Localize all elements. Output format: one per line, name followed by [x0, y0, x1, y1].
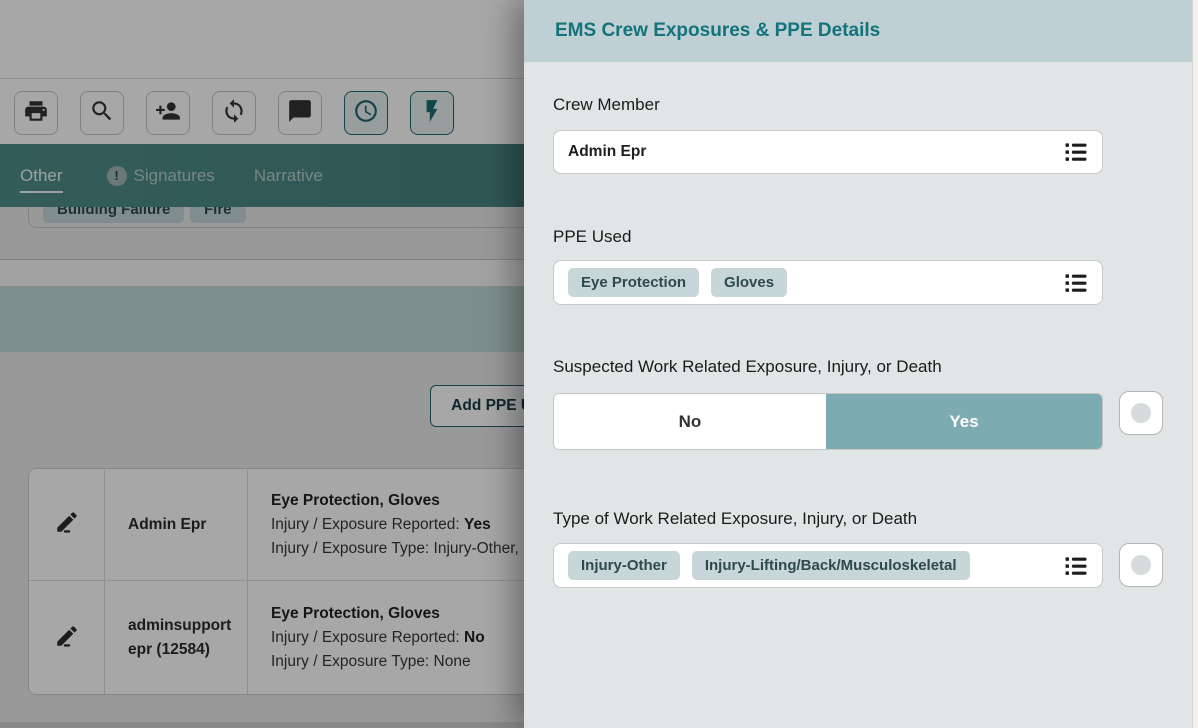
- exposure-type-chip[interactable]: Injury-Other: [568, 551, 680, 580]
- exposure-type-field[interactable]: Injury-Other Injury-Lifting/Back/Musculo…: [553, 543, 1103, 588]
- scrollbar-track[interactable]: [1192, 0, 1198, 728]
- exposure-type-label: Type of Work Related Exposure, Injury, o…: [553, 509, 917, 529]
- status-dot: [1131, 555, 1151, 575]
- suspected-exposure-label: Suspected Work Related Exposure, Injury,…: [553, 357, 942, 377]
- status-dot: [1131, 403, 1151, 423]
- ppe-chip[interactable]: Eye Protection: [568, 268, 699, 297]
- status-dot-button[interactable]: [1119, 543, 1163, 587]
- exposure-type-chip[interactable]: Injury-Lifting/Back/Musculoskeletal: [692, 551, 970, 580]
- crew-member-value: Admin Epr: [568, 143, 646, 161]
- ppe-used-label: PPE Used: [553, 227, 631, 247]
- app-root: Building Failure Fire Other ! Signatures…: [0, 0, 1198, 728]
- list-picker-icon[interactable]: [1062, 269, 1090, 297]
- panel-title: EMS Crew Exposures & PPE Details: [524, 0, 1192, 62]
- toggle-option-yes[interactable]: Yes: [826, 394, 1102, 449]
- ppe-used-field[interactable]: Eye Protection Gloves: [553, 260, 1103, 305]
- toggle-option-no[interactable]: No: [554, 394, 826, 449]
- list-picker-icon[interactable]: [1062, 138, 1090, 166]
- suspected-exposure-toggle: No Yes: [553, 393, 1103, 450]
- ems-crew-exposures-panel: EMS Crew Exposures & PPE Details Crew Me…: [524, 0, 1192, 728]
- ppe-chip[interactable]: Gloves: [711, 268, 787, 297]
- crew-member-field[interactable]: Admin Epr: [553, 130, 1103, 174]
- list-picker-icon[interactable]: [1062, 552, 1090, 580]
- status-dot-button[interactable]: [1119, 391, 1163, 435]
- crew-member-label: Crew Member: [553, 95, 660, 115]
